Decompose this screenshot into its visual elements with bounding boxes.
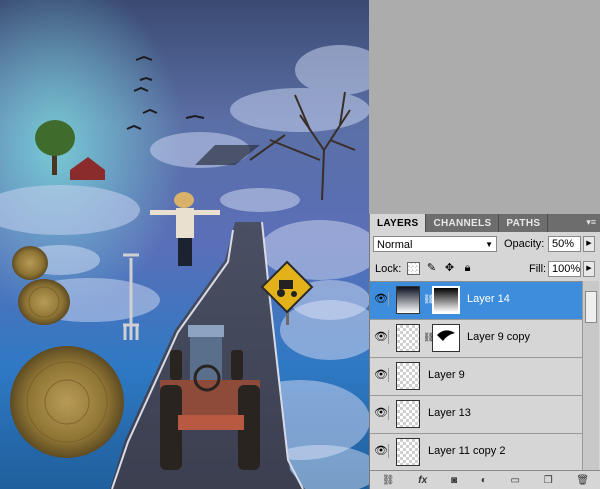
- lock-row: Lock: ✎ ✥ 🔒︎ Fill: 100% ▶: [373, 261, 597, 279]
- lock-paint-brush-icon[interactable]: ✎: [425, 262, 438, 275]
- layers-panel: LAYERS CHANNELS PATHS ▾≡ Normal ▼ Opacit…: [369, 214, 600, 489]
- layers-list: 👁︎ ⛓︎ Layer 14 👁︎ ⛓︎ Layer 9 copy 👁︎ Lay…: [370, 281, 582, 472]
- layer-name: Layer 13: [428, 407, 471, 419]
- eye-icon[interactable]: 👁︎: [374, 292, 389, 306]
- layer-thumbnail: [396, 324, 420, 352]
- layer-row-layer-9[interactable]: 👁︎ Layer 9: [370, 358, 582, 396]
- layer-row-layer-9-copy[interactable]: 👁︎ ⛓︎ Layer 9 copy: [370, 320, 582, 358]
- workspace-background: [369, 0, 600, 214]
- layer-row-layer-11-copy-2[interactable]: 👁︎ Layer 11 copy 2: [370, 434, 582, 472]
- fill-slider-arrow-icon[interactable]: ▶: [583, 261, 595, 277]
- fill-input[interactable]: 100%: [548, 261, 581, 277]
- document-canvas[interactable]: [0, 0, 369, 489]
- layer-name: Layer 11 copy 2: [428, 445, 506, 457]
- trash-icon[interactable]: 🗑︎: [576, 475, 589, 486]
- layer-mask-thumbnail[interactable]: [432, 324, 460, 352]
- lock-position-icon[interactable]: ✥: [443, 262, 456, 275]
- layer-name: Layer 9: [428, 369, 465, 381]
- link-icon[interactable]: ⛓︎: [382, 475, 395, 486]
- tab-paths[interactable]: PATHS: [499, 214, 549, 232]
- new-layer-icon[interactable]: ❐: [544, 475, 553, 486]
- scrollbar-thumb[interactable]: [585, 291, 597, 323]
- layers-bottom-bar: ⛓︎ fx ◙ ◐ ▭ ❐ 🗑︎: [370, 470, 600, 489]
- layer-row-layer-13[interactable]: 👁︎ Layer 13: [370, 396, 582, 434]
- blend-row: Normal ▼ Opacity: 50% ▶: [373, 236, 597, 254]
- layer-thumbnail: [396, 362, 420, 390]
- canvas-artwork: [0, 0, 369, 489]
- layer-thumbnail: [396, 286, 420, 314]
- layer-thumbnail: [396, 400, 420, 428]
- layer-name: Layer 14: [467, 293, 510, 305]
- lock-all-icon[interactable]: 🔒︎: [461, 262, 474, 275]
- fill-label: Fill:: [529, 263, 547, 275]
- lock-transparency-icon[interactable]: [407, 262, 420, 275]
- eye-icon[interactable]: 👁︎: [374, 444, 389, 458]
- blend-mode-value: Normal: [377, 239, 413, 251]
- layer-thumbnail: [396, 438, 420, 466]
- eye-icon[interactable]: 👁︎: [374, 368, 389, 382]
- layer-row-layer-14[interactable]: 👁︎ ⛓︎ Layer 14: [370, 282, 582, 320]
- mask-icon[interactable]: ◙: [451, 475, 457, 486]
- blend-mode-select[interactable]: Normal ▼: [373, 236, 497, 252]
- mask-shape-icon: [437, 330, 455, 341]
- lock-label: Lock:: [375, 263, 402, 275]
- tab-channels[interactable]: CHANNELS: [426, 214, 500, 232]
- panel-menu-icon[interactable]: ▾≡: [586, 217, 596, 228]
- chevron-down-icon: ▼: [485, 240, 493, 249]
- layers-scrollbar[interactable]: [582, 281, 599, 471]
- layer-mask-thumbnail[interactable]: [432, 286, 460, 314]
- folder-icon[interactable]: ▭: [511, 475, 520, 486]
- opacity-label: Opacity:: [504, 238, 545, 250]
- opacity-input[interactable]: 50%: [548, 236, 581, 252]
- layer-name: Layer 9 copy: [467, 331, 530, 343]
- panel-tabs: LAYERS CHANNELS PATHS ▾≡: [370, 214, 600, 232]
- tab-layers[interactable]: LAYERS: [370, 214, 427, 232]
- opacity-slider-arrow-icon[interactable]: ▶: [583, 236, 595, 252]
- eye-icon[interactable]: 👁︎: [374, 330, 389, 344]
- fx-icon[interactable]: fx: [418, 475, 427, 486]
- eye-icon[interactable]: 👁︎: [374, 406, 389, 420]
- adjustment-icon[interactable]: ◐: [481, 475, 487, 486]
